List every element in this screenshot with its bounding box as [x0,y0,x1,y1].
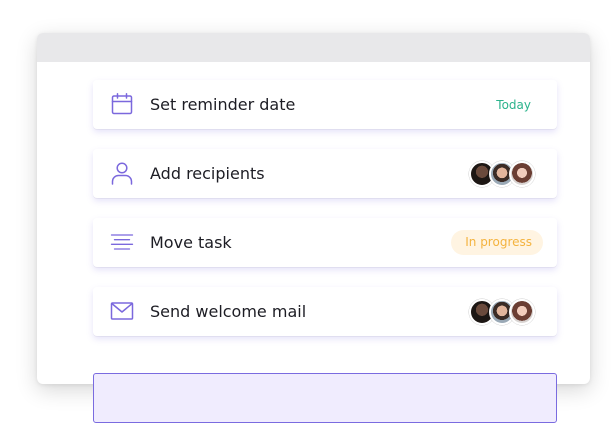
task-title: Move task [150,233,232,252]
task-card-set-reminder[interactable]: Set reminder date Today [93,80,557,129]
user-icon [110,161,134,185]
avatar[interactable] [509,298,535,325]
status-badge: In progress [451,230,543,255]
task-card-move-task[interactable]: Move task In progress [93,218,557,267]
align-lines-icon [110,230,134,254]
mail-icon [110,299,134,323]
stage: Set reminder date Today Add recipients M… [0,0,613,438]
task-title: Set reminder date [150,95,296,114]
task-title: Add recipients [150,164,265,183]
due-date-badge: Today [496,97,531,112]
recipient-avatars[interactable] [469,160,535,187]
task-card-add-recipients[interactable]: Add recipients [93,149,557,198]
recipient-avatars[interactable] [469,298,535,325]
new-task-input[interactable] [93,373,557,423]
task-card-send-welcome-mail[interactable]: Send welcome mail [93,287,557,336]
calendar-icon [110,92,134,116]
avatar[interactable] [509,160,535,187]
window-titlebar[interactable] [37,33,590,62]
task-title: Send welcome mail [150,302,307,321]
